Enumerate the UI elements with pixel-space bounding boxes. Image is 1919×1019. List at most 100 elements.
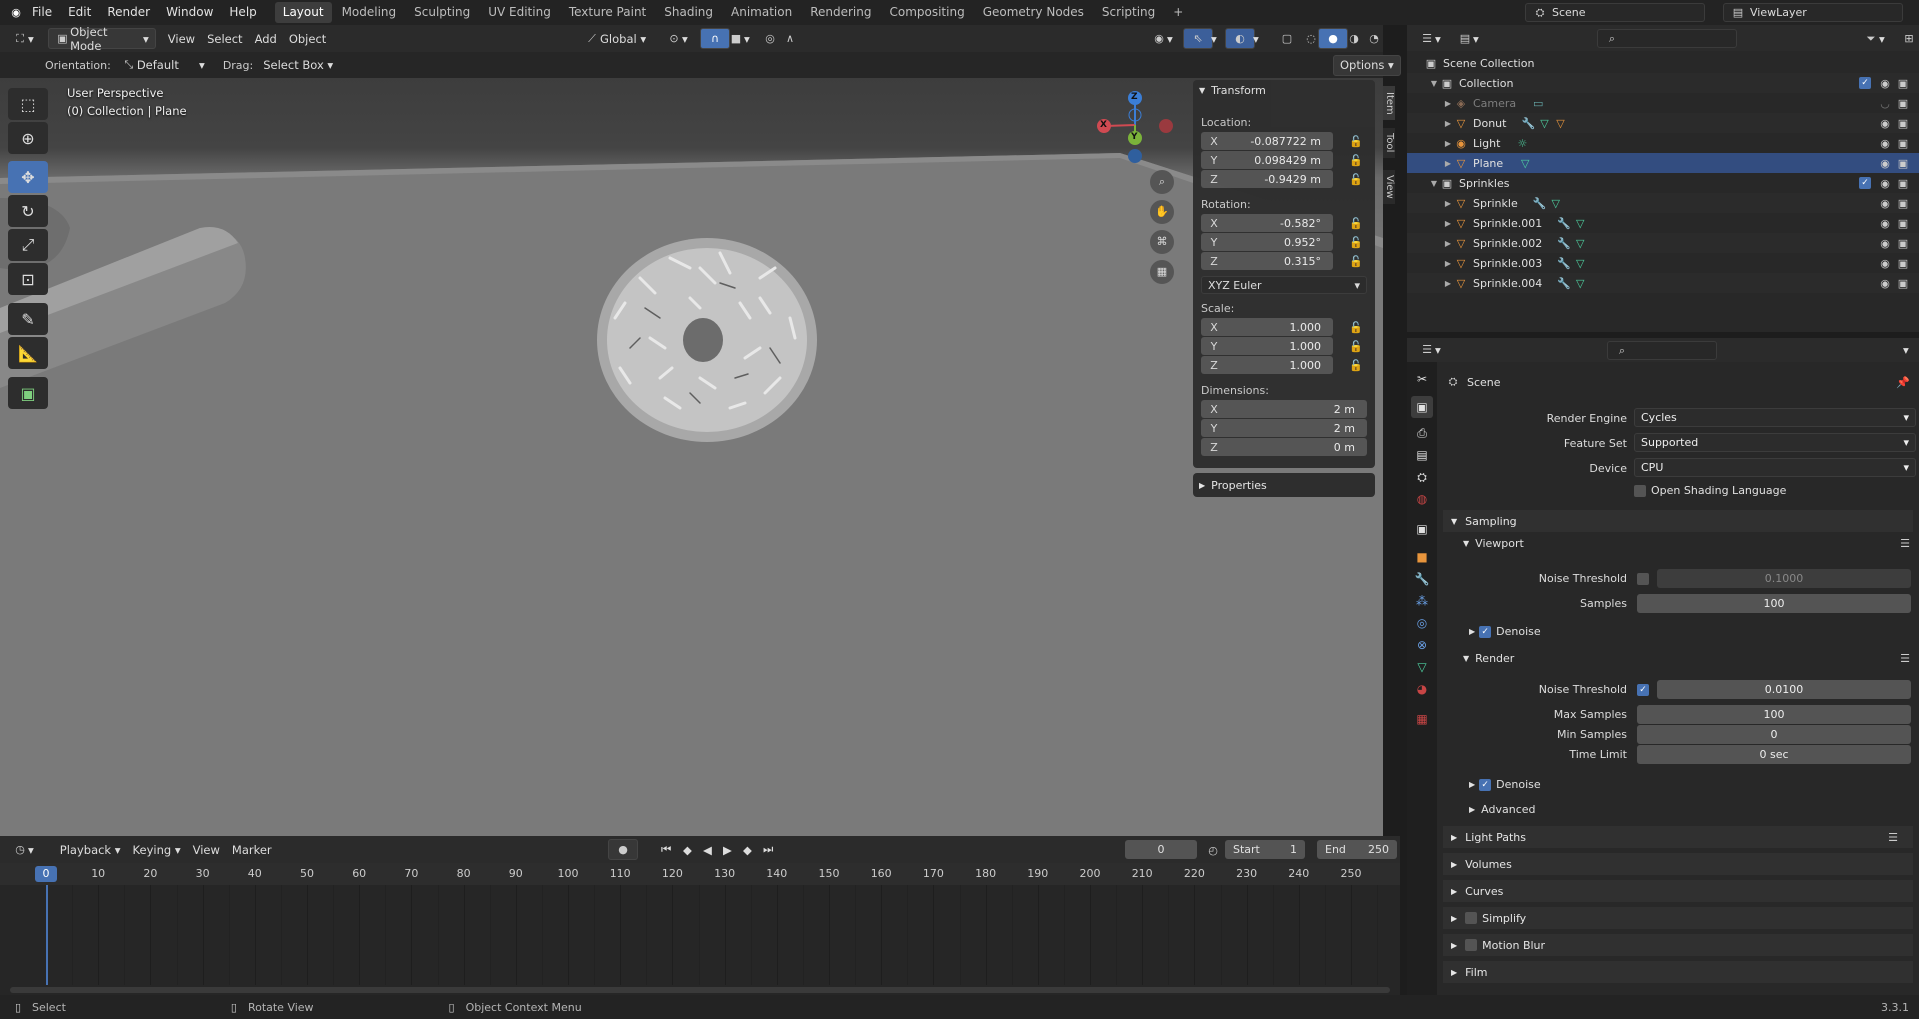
lock-icon[interactable]: 🔓 [1349, 321, 1363, 334]
rotate-tool[interactable]: ↻ [8, 195, 48, 227]
lock-icon[interactable]: 🔓 [1349, 340, 1363, 353]
tab-layout[interactable]: Layout [274, 2, 332, 23]
scale-y-field[interactable]: Y 1.000 [1201, 337, 1333, 355]
dimensions-x-field[interactable]: X2 m [1201, 400, 1367, 418]
properties-options[interactable]: ▾ [1897, 339, 1915, 360]
tab-sculpting[interactable]: Sculpting [406, 2, 478, 23]
lock-icon[interactable]: 🔓 [1349, 236, 1363, 249]
render-denoise-checkbox[interactable]: ✓ [1479, 778, 1492, 791]
outliner-row-scene-collection[interactable]: ▣ Scene Collection [1407, 53, 1919, 73]
eye-icon[interactable]: ◉ [1877, 235, 1893, 251]
drag-selector[interactable]: Select Box ▾ [257, 55, 339, 76]
outliner-search-input[interactable]: ⌕ [1597, 29, 1737, 48]
tab-compositing[interactable]: Compositing [881, 2, 972, 23]
options-button[interactable]: Options ▾ [1333, 54, 1401, 76]
menu-add[interactable]: Add [249, 28, 283, 49]
chevron-right-icon[interactable]: ▶ [1443, 259, 1453, 268]
chevron-right-icon[interactable]: ▶ [1443, 199, 1453, 208]
data-tab-icon[interactable]: ▽ [1411, 656, 1433, 678]
outliner-editor-type[interactable]: ☰ ▾ [1413, 28, 1447, 49]
list-icon[interactable]: ☰ [1885, 829, 1901, 845]
menu-marker[interactable]: Marker [226, 839, 278, 860]
outliner-row-light[interactable]: ▶ ◉ Light ☼ ◉ ▣ [1407, 133, 1919, 153]
tab-modeling[interactable]: Modeling [334, 2, 405, 23]
outliner-row-collection[interactable]: ▼ ▣ Collection ✓ ◉ ▣ [1407, 73, 1919, 93]
eye-icon[interactable]: ◉ [1877, 135, 1893, 151]
osl-checkbox[interactable] [1634, 484, 1646, 497]
auto-keying-toggle[interactable]: ● [608, 839, 638, 860]
dimensions-z-field[interactable]: Z0 m [1201, 438, 1367, 456]
location-x-field[interactable]: X -0.087722 m [1201, 132, 1333, 150]
outliner-row-sprinkle-003[interactable]: ▶ ▽ Sprinkle.003 🔧 ▽ ◉ ▣ [1407, 253, 1919, 273]
viewport-denoise-checkbox[interactable]: ✓ [1479, 625, 1492, 638]
viewport-samples-field[interactable]: 100 [1637, 594, 1911, 613]
timeline-area[interactable]: 10 20 30 40 50 60 70 80 90 100 110 120 130 140 150 160 1… [0, 863, 1400, 995]
navigation-gizmo[interactable]: Z X Y [1090, 88, 1180, 168]
eye-icon[interactable]: ◉ [1877, 155, 1893, 171]
filter-button[interactable]: ⏷ ▾ [1857, 28, 1891, 49]
rotation-mode-selector[interactable]: XYZ Euler ▾ [1201, 276, 1367, 294]
list-icon[interactable]: ☰ [1897, 535, 1913, 551]
sidebar-tab-view[interactable]: View [1383, 170, 1395, 204]
render-subsection-header[interactable]: ▼ Render ☰ [1463, 650, 1913, 666]
end-frame-field[interactable]: End 250 [1317, 840, 1397, 859]
chevron-right-icon[interactable]: ▶ [1443, 219, 1453, 228]
outliner-row-plane[interactable]: ▶ ▽ Plane ▽ ◉ ▣ [1407, 153, 1919, 173]
camera-render-icon[interactable]: ▣ [1895, 155, 1911, 171]
camera-render-icon[interactable]: ▣ [1895, 235, 1911, 251]
motion-blur-section[interactable]: ▶ Motion Blur [1443, 934, 1913, 956]
chevron-down-icon[interactable]: ▼ [1429, 79, 1439, 88]
rotation-y-field[interactable]: Y 0.952° [1201, 233, 1333, 251]
stopwatch-icon[interactable]: ◴ [1205, 842, 1221, 858]
tab-scripting[interactable]: Scripting [1094, 2, 1163, 23]
simplify-section[interactable]: ▶ Simplify [1443, 907, 1913, 929]
camera-render-icon[interactable]: ▣ [1895, 115, 1911, 131]
menu-edit[interactable]: Edit [60, 0, 99, 25]
camera-render-icon[interactable]: ▣ [1895, 95, 1911, 111]
eye-icon[interactable]: ◉ [1877, 75, 1893, 91]
next-keyframe-button[interactable]: ◆ [737, 839, 758, 860]
scale-z-field[interactable]: Z 1.000 [1201, 356, 1333, 374]
play-button[interactable]: ▶ [717, 839, 738, 860]
tab-geometry-nodes[interactable]: Geometry Nodes [975, 2, 1092, 23]
menu-view[interactable]: View [162, 28, 201, 49]
move-tool[interactable]: ✥ [8, 161, 48, 193]
outliner-row-donut[interactable]: ▶ ▽ Donut 🔧 ▽ ▽ ◉ ▣ [1407, 113, 1919, 133]
menu-keying[interactable]: Keying ▾ [127, 839, 187, 860]
render-engine-selector[interactable]: Cycles ▾ [1634, 408, 1916, 427]
select-box-tool[interactable]: ⬚ [8, 88, 48, 120]
viewport-noise-checkbox[interactable] [1637, 573, 1649, 585]
pivot-selector[interactable]: ⊙ ▾ [660, 28, 694, 49]
object-tab-icon[interactable]: ■ [1411, 546, 1433, 568]
play-reverse-button[interactable]: ◀ [697, 839, 718, 860]
pin-icon[interactable]: 📌 [1895, 374, 1911, 390]
volumes-section[interactable]: ▶ Volumes [1443, 853, 1913, 875]
chevron-down-icon[interactable]: ▼ [1429, 179, 1439, 188]
gizmo-options[interactable]: ▾ [1205, 28, 1223, 49]
eye-icon[interactable]: ◉ [1877, 175, 1893, 191]
tab-texture-paint[interactable]: Texture Paint [561, 2, 654, 23]
menu-timeline-view[interactable]: View [187, 839, 226, 860]
camera-render-icon[interactable]: ▣ [1895, 275, 1911, 291]
3d-viewport[interactable]: User Perspective (0) Collection | Plane … [0, 78, 1383, 836]
mode-selector[interactable]: ▣ Object Mode ▾ [47, 25, 156, 53]
overlay-options[interactable]: ▾ [1247, 28, 1265, 49]
playhead-line[interactable] [46, 885, 48, 985]
properties-editor-type[interactable]: ☰ ▾ [1413, 339, 1447, 360]
editor-type-button[interactable]: ⛶ ▾ [6, 28, 40, 49]
exclude-checkbox[interactable]: ✓ [1859, 177, 1871, 189]
outliner-row-sprinkle-004[interactable]: ▶ ▽ Sprinkle.004 🔧 ▽ ◉ ▣ [1407, 273, 1919, 293]
menu-render[interactable]: Render [99, 0, 158, 25]
sampling-section-header[interactable]: ▼ Sampling [1443, 510, 1913, 532]
chevron-right-icon[interactable]: ▶ [1443, 139, 1453, 148]
eye-icon[interactable]: ◉ [1877, 195, 1893, 211]
curves-section[interactable]: ▶ Curves [1443, 880, 1913, 902]
feature-set-selector[interactable]: Supported ▾ [1634, 433, 1916, 452]
osl-option[interactable]: Open Shading Language [1634, 484, 1786, 497]
jump-start-button[interactable]: ⏮ [655, 839, 677, 860]
chevron-right-icon[interactable]: ▶ [1443, 159, 1453, 168]
chevron-right-icon[interactable]: ▶ [1443, 279, 1453, 288]
simplify-checkbox[interactable] [1465, 912, 1478, 924]
lock-icon[interactable]: 🔓 [1349, 359, 1363, 372]
transform-orientation-selector[interactable]: ⟋ Global ▾ [578, 28, 652, 49]
